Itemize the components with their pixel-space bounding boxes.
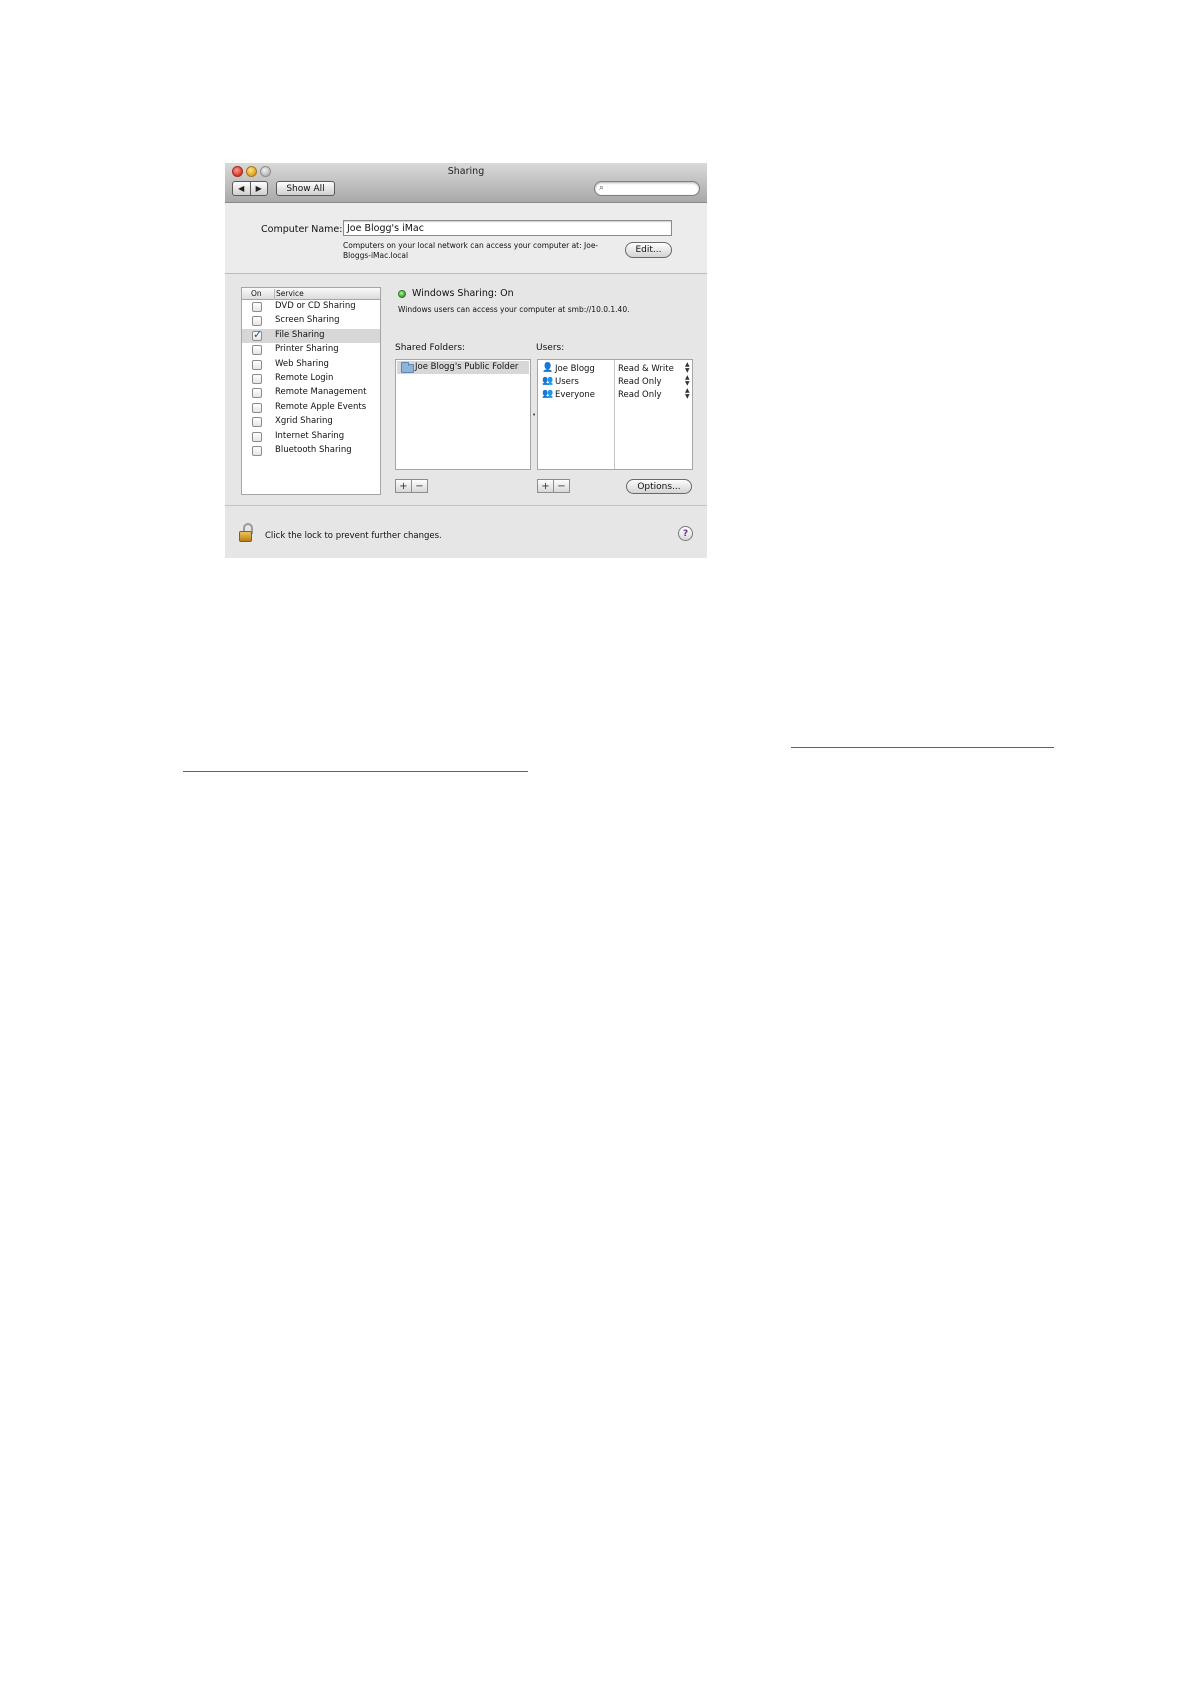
user-add-remove: + − [537,479,570,493]
user-icon: 👤 [542,363,554,373]
add-user-button[interactable]: + [538,480,553,492]
back-arrow-icon[interactable]: ◀ [233,182,250,195]
user-row[interactable]: 👤 Joe Blogg Read & Write ▲ ▼ [538,362,694,376]
service-checkbox[interactable] [252,316,262,327]
service-row[interactable]: Remote Management [242,386,380,400]
computer-name-section: Computer Name: Joe Blogg's iMac Computer… [225,203,707,274]
options-button[interactable]: Options... [626,479,692,494]
user-name: Joe Blogg [555,364,595,374]
user-name: Users [555,377,579,387]
users-list: 👤 Joe Blogg Read & Write ▲ ▼ 👥 Users Read Only ▲… [537,359,693,470]
footer-divider [225,505,707,506]
remove-user-button[interactable]: − [553,480,569,492]
service-row[interactable]: Remote Login [242,372,380,386]
computer-name-label: Computer Name: [261,224,343,235]
nav-buttons: ◀ ▶ [232,181,268,196]
user-row[interactable]: 👥 Everyone Read Only ▲ ▼ [538,388,694,402]
service-checkbox[interactable] [252,417,262,428]
lock-message: Click the lock to prevent further change… [265,531,442,541]
permission-popup[interactable]: Read Only [618,390,662,400]
service-row[interactable]: Remote Apple Events [242,401,380,415]
service-name: Web Sharing [275,358,329,369]
service-name: Printer Sharing [275,344,339,355]
service-list: On Service DVD or CD Sharing Screen Shari… [241,287,381,495]
permission-popup[interactable]: Read & Write [618,364,674,374]
shared-folders-label: Shared Folders: [395,343,466,353]
sharing-window: Sharing ◀ ▶ Show All ⌕ Computer Name: Jo… [225,163,707,558]
sharing-status: Windows Sharing: On [412,288,514,299]
updown-arrows-icon[interactable]: ▲ ▼ [685,362,690,374]
service-checkbox[interactable] [252,373,262,384]
hyperlink-underline[interactable] [183,771,528,772]
service-name: Screen Sharing [275,315,340,326]
help-button[interactable]: ? [678,526,693,541]
service-checkbox[interactable] [252,388,262,399]
service-checkbox[interactable] [252,345,262,356]
service-name: DVD or CD Sharing [275,301,356,311]
shared-folder-item[interactable]: Joe Blogg's Public Folder [397,361,529,374]
remove-folder-button[interactable]: − [411,480,427,492]
search-field[interactable]: ⌕ [594,181,700,196]
service-row[interactable]: Screen Sharing [242,314,380,328]
user-name: Everyone [555,390,595,400]
group-icon: 👥 [542,376,554,386]
service-row[interactable]: Web Sharing [242,358,380,372]
column-header-on[interactable]: On [251,289,262,298]
computer-name-note: Computers on your local network can acce… [343,241,599,260]
user-row[interactable]: 👥 Users Read Only ▲ ▼ [538,375,694,389]
toolbar: Sharing ◀ ▶ Show All ⌕ [225,163,707,203]
lock-icon[interactable] [239,523,255,543]
service-row[interactable]: File Sharing [242,328,380,344]
service-list-header: On Service [242,288,380,300]
updown-arrows-icon[interactable]: ▲ ▼ [685,388,690,400]
service-name: Remote Login [275,372,334,383]
status-indicator-icon [398,290,406,298]
add-folder-button[interactable]: + [396,480,411,492]
service-name: Bluetooth Sharing [275,444,352,455]
users-label: Users: [536,343,565,353]
service-name: Xgrid Sharing [275,416,333,427]
edit-button[interactable]: Edit... [625,242,672,258]
splitter-handle[interactable]: • [532,411,536,419]
service-name: Remote Apple Events [275,401,367,412]
service-checkbox[interactable] [252,359,262,370]
window-title: Sharing [447,166,485,177]
service-row[interactable]: Printer Sharing [242,343,380,357]
show-all-button[interactable]: Show All [276,181,335,196]
service-checkbox[interactable] [252,445,262,456]
forward-arrow-icon[interactable]: ▶ [249,182,268,195]
service-name: Remote Management [275,387,367,398]
computer-name-input[interactable]: Joe Blogg's iMac [343,220,672,236]
permission-popup[interactable]: Read Only [618,377,662,387]
service-checkbox[interactable] [252,328,262,341]
service-checkbox[interactable] [252,431,262,442]
folder-add-remove: + − [395,479,428,493]
service-row[interactable]: Xgrid Sharing [242,415,380,429]
shared-folder-name: Joe Blogg's Public Folder [415,362,519,372]
everyone-icon: 👥 [542,389,554,399]
search-icon: ⌕ [599,183,605,193]
service-name: Internet Sharing [275,430,345,441]
service-checkbox[interactable] [252,302,262,312]
service-row[interactable]: DVD or CD Sharing [242,300,380,314]
sharing-status-description: Windows users can access your computer a… [398,305,630,314]
service-name: File Sharing [275,329,325,340]
column-header-service[interactable]: Service [274,289,304,300]
service-checkbox[interactable] [252,402,262,413]
service-row[interactable]: Bluetooth Sharing [242,444,380,458]
shared-folders-list: Joe Blogg's Public Folder [395,359,531,470]
hyperlink-underline[interactable] [791,747,1054,748]
folder-icon [401,362,414,373]
updown-arrows-icon[interactable]: ▲ ▼ [685,375,690,387]
service-row[interactable]: Internet Sharing [242,430,380,444]
